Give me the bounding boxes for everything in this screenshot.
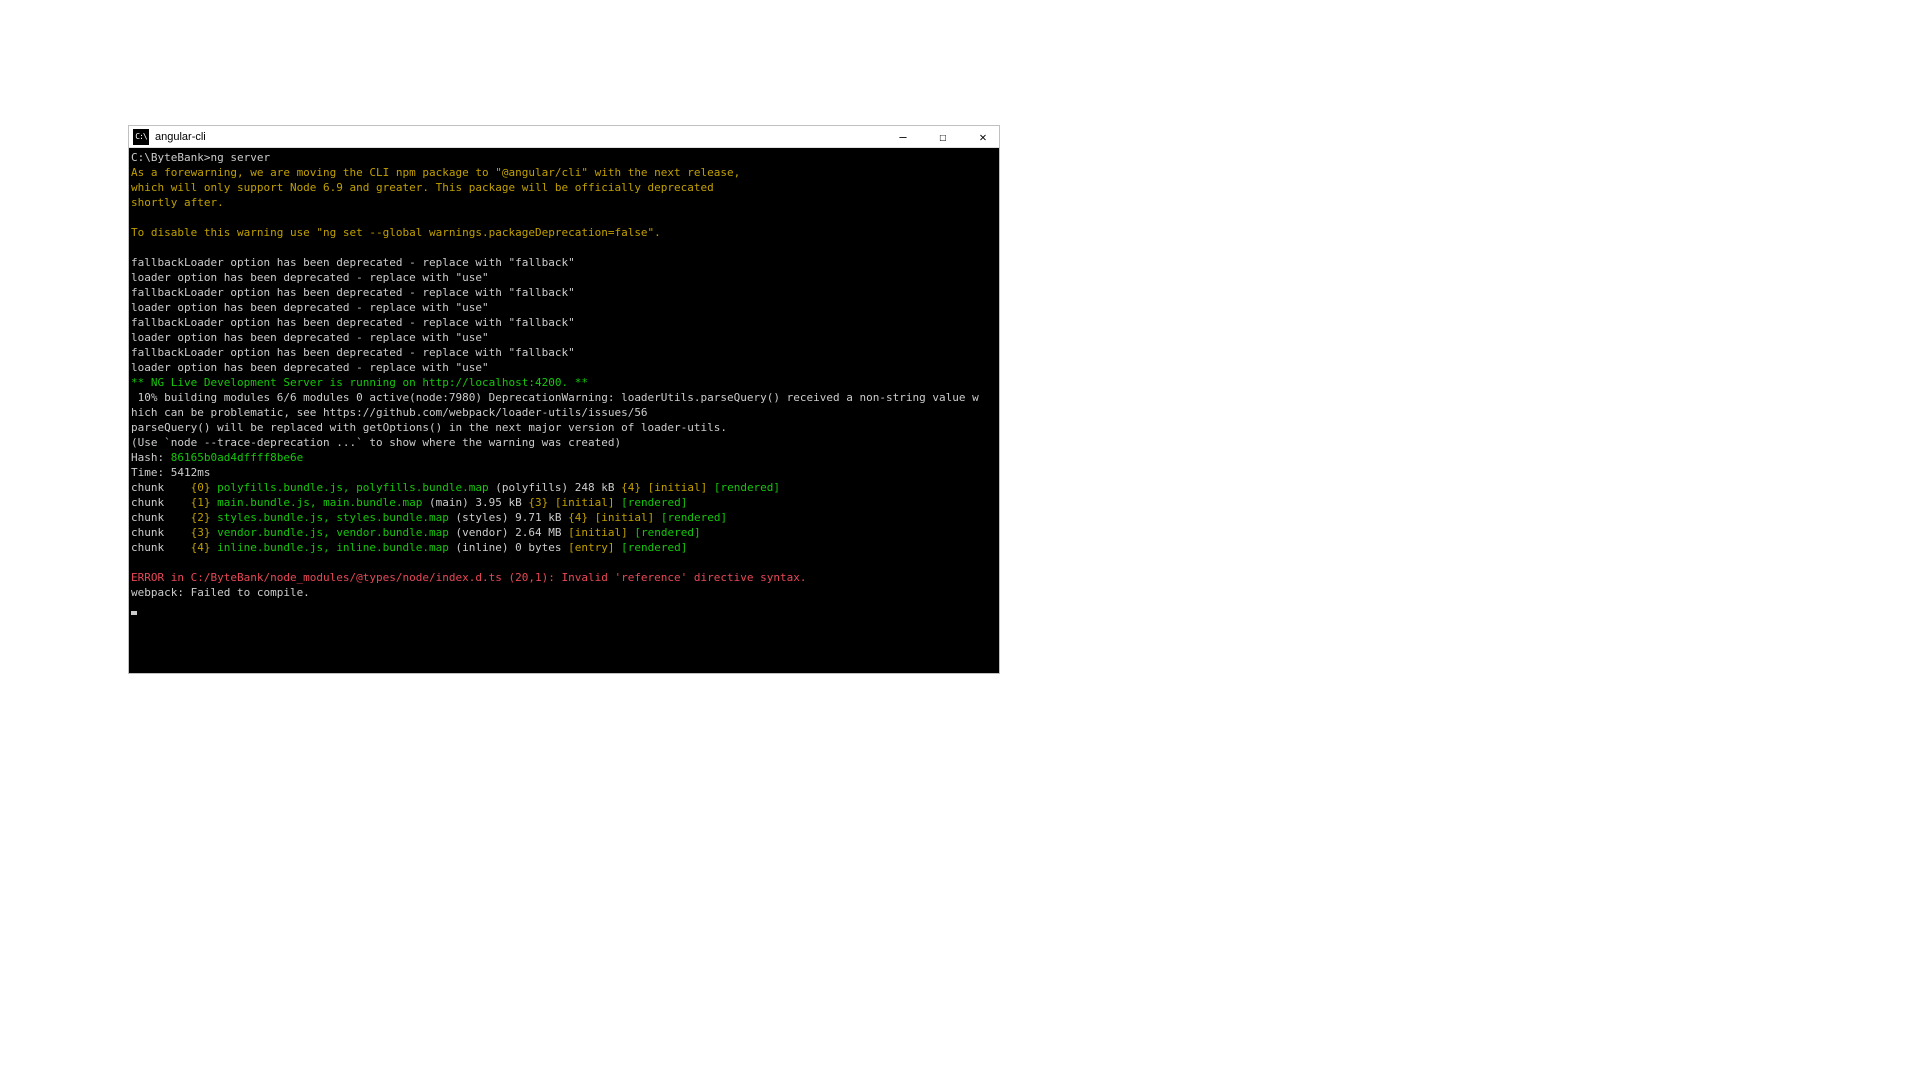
warning-line: To disable this warning use "ng set --gl… bbox=[131, 226, 661, 239]
error-line: ERROR in C:/ByteBank/node_modules/@types… bbox=[131, 571, 807, 584]
chunk-label: chunk bbox=[131, 481, 191, 494]
cmd-icon: C:\ bbox=[133, 129, 149, 145]
chunk-files: vendor.bundle.js, vendor.bundle.map bbox=[210, 526, 448, 539]
chunk-meta: (inline) 0 bytes bbox=[449, 541, 568, 554]
minimize-button[interactable]: — bbox=[895, 129, 911, 145]
chunk-meta: (main) 3.95 kB bbox=[422, 496, 528, 509]
chunk-label: chunk bbox=[131, 541, 191, 554]
chunk-meta: (styles) 9.71 kB bbox=[449, 511, 568, 524]
chunk-dep: {3} bbox=[528, 496, 555, 509]
chunk-dep: {4} bbox=[568, 511, 595, 524]
hash-value: 86165b0ad4dffff8be6e bbox=[171, 451, 303, 464]
chunk-initial: [initial] bbox=[568, 526, 628, 539]
window-controls: — ☐ ✕ bbox=[895, 129, 995, 145]
warning-line: As a forewarning, we are moving the CLI … bbox=[131, 166, 740, 179]
chunk-label: chunk bbox=[131, 496, 191, 509]
chunk-initial: [initial] bbox=[555, 496, 615, 509]
prompt: C:\ByteBank> bbox=[131, 151, 210, 164]
chunk-meta: (vendor) 2.64 MB bbox=[449, 526, 568, 539]
deprecation-line: fallbackLoader option has been deprecate… bbox=[131, 316, 575, 329]
deprecation-line: loader option has been deprecated - repl… bbox=[131, 301, 489, 314]
deprecation-line: loader option has been deprecated - repl… bbox=[131, 361, 489, 374]
chunk-files: main.bundle.js, main.bundle.map bbox=[210, 496, 422, 509]
chunk-initial: [initial] bbox=[648, 481, 708, 494]
chunk-files: inline.bundle.js, inline.bundle.map bbox=[210, 541, 448, 554]
command: ng server bbox=[210, 151, 270, 164]
build-line: hich can be problematic, see https://git… bbox=[131, 406, 648, 419]
chunk-rendered: [rendered] bbox=[654, 511, 727, 524]
chunk-initial: [initial] bbox=[595, 511, 655, 524]
chunk-files: polyfills.bundle.js, polyfills.bundle.ma… bbox=[210, 481, 488, 494]
window-title: angular-cli bbox=[155, 131, 895, 143]
chunk-dep: {4} bbox=[621, 481, 648, 494]
time-label: Time: bbox=[131, 466, 171, 479]
chunk-id: {2} bbox=[191, 511, 211, 524]
chunk-rendered: [rendered] bbox=[707, 481, 780, 494]
terminal-output[interactable]: C:\ByteBank>ng server As a forewarning, … bbox=[129, 148, 999, 673]
chunk-label: chunk bbox=[131, 511, 191, 524]
maximize-button[interactable]: ☐ bbox=[935, 129, 951, 145]
webpack-fail: webpack: Failed to compile. bbox=[131, 586, 310, 599]
deprecation-line: fallbackLoader option has been deprecate… bbox=[131, 256, 575, 269]
chunk-id: {0} bbox=[191, 481, 211, 494]
chunk-rendered: [rendered] bbox=[614, 541, 687, 554]
time-value: 5412ms bbox=[171, 466, 211, 479]
chunk-label: chunk bbox=[131, 526, 191, 539]
chunk-files: styles.bundle.js, styles.bundle.map bbox=[210, 511, 448, 524]
deprecation-line: fallbackLoader option has been deprecate… bbox=[131, 286, 575, 299]
chunk-id: {3} bbox=[191, 526, 211, 539]
chunk-id: {1} bbox=[191, 496, 211, 509]
server-running: ** NG Live Development Server is running… bbox=[131, 376, 588, 389]
build-line: parseQuery() will be replaced with getOp… bbox=[131, 421, 727, 434]
terminal-window: C:\ angular-cli — ☐ ✕ C:\ByteBank>ng ser… bbox=[128, 125, 1000, 674]
warning-line: shortly after. bbox=[131, 196, 224, 209]
cursor bbox=[131, 611, 137, 615]
titlebar[interactable]: C:\ angular-cli — ☐ ✕ bbox=[129, 126, 999, 148]
close-button[interactable]: ✕ bbox=[975, 129, 991, 145]
deprecation-line: fallbackLoader option has been deprecate… bbox=[131, 346, 575, 359]
chunk-rendered: [rendered] bbox=[614, 496, 687, 509]
hash-label: Hash: bbox=[131, 451, 171, 464]
chunk-id: {4} bbox=[191, 541, 211, 554]
chunk-rendered: [rendered] bbox=[628, 526, 701, 539]
chunk-initial: [entry] bbox=[568, 541, 614, 554]
warning-line: which will only support Node 6.9 and gre… bbox=[131, 181, 714, 194]
build-line: 10% building modules 6/6 modules 0 activ… bbox=[131, 391, 979, 404]
deprecation-line: loader option has been deprecated - repl… bbox=[131, 271, 489, 284]
chunk-meta: (polyfills) 248 kB bbox=[489, 481, 621, 494]
deprecation-line: loader option has been deprecated - repl… bbox=[131, 331, 489, 344]
build-line: (Use `node --trace-deprecation ...` to s… bbox=[131, 436, 621, 449]
